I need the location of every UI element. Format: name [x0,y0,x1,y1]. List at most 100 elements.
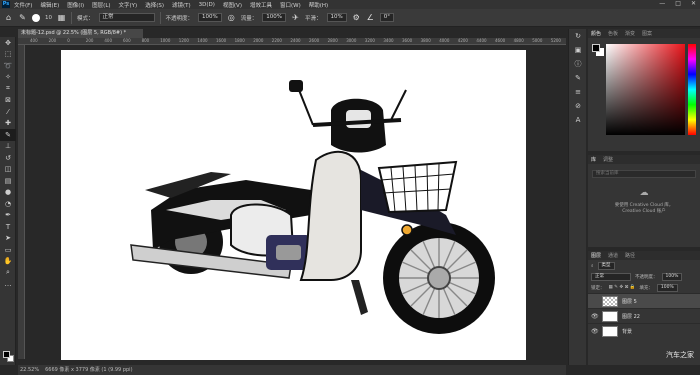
move-tool-icon[interactable]: ✥ [0,37,16,49]
ruler-tick-label: 1800 [234,38,245,43]
adjustments-icon[interactable]: ⊘ [569,99,587,113]
type-tool-icon[interactable]: T [0,221,16,233]
gear-icon[interactable]: ⚙ [352,13,361,22]
angle-input[interactable]: 0° [379,13,395,22]
layer-filter-select[interactable]: 类型 [597,261,615,270]
brush-preview[interactable] [32,13,40,22]
flow-input[interactable]: 100% [262,13,287,22]
blend-mode-select[interactable]: 正常 [591,272,631,281]
marquee-tool-icon[interactable]: ⬚ [0,49,16,61]
path-select-tool-icon[interactable]: ➤ [0,233,16,245]
brush-settings-icon[interactable]: ≡ [569,85,587,99]
ruler-tick-label: 1200 [178,38,189,43]
frame-tool-icon[interactable]: ⊠ [0,95,16,107]
leg-shield [299,150,362,281]
mode-label: 模式： [77,15,94,22]
zoom-tool-icon[interactable]: ⌕ [0,267,16,279]
smoothing-label: 平滑： [305,15,322,22]
ruler-tick-label: 200 [85,38,94,43]
menu-window[interactable]: 窗口(W) [280,1,301,9]
tab-color[interactable]: 颜色 [591,30,601,37]
tab-adjustments[interactable]: 调整 [603,156,613,163]
menu-view[interactable]: 视图(V) [223,1,242,9]
stamp-tool-icon[interactable]: ⊥ [0,141,16,153]
tab-layers[interactable]: 图层 [591,252,601,259]
document-tab[interactable]: 未标题-12.psd @ 22.5% (图层 5, RGB/8#) * [18,29,143,38]
tab-swatches[interactable]: 色板 [608,30,618,37]
color-picker-field[interactable] [606,44,685,135]
smoothing-input[interactable]: 10% [326,13,347,22]
menu-plugins[interactable]: 增效工具 [250,1,272,9]
close-button[interactable]: ✕ [691,0,696,7]
layer-row[interactable]: 👁 图层 22 [588,308,700,323]
layer-row[interactable]: 👁 背景 [588,323,700,338]
ruler-tick-label: 5200 [550,38,561,43]
visibility-icon[interactable]: 👁 [591,328,599,335]
character-icon[interactable]: A [569,113,587,127]
options-bar: ⌂ ✎ 10 ▦ 模式： 正常 不透明度： 100% ◎ 流量： 100% ✈ … [0,9,700,27]
hand-tool-icon[interactable]: ✋ [0,256,16,268]
library-search-input[interactable]: 搜索当前库 [592,170,696,178]
properties-icon[interactable]: ▣ [569,43,587,57]
lock-icons[interactable]: ▦ ✎ ✥ ⊠ 🔒 [609,285,636,290]
tab-paths[interactable]: 路径 [625,252,635,259]
menu-layer[interactable]: 图层(L) [92,1,110,9]
quick-select-tool-icon[interactable]: ✧ [0,72,16,84]
eraser-tool-icon[interactable]: ◫ [0,164,16,176]
menu-file[interactable]: 文件(F) [14,1,32,9]
dodge-tool-icon[interactable]: ◔ [0,198,16,210]
menu-select[interactable]: 选择(S) [145,1,164,9]
more-tools-icon[interactable]: … [0,279,16,291]
airbrush-icon[interactable]: ✈ [291,13,300,22]
pen-tool-icon[interactable]: ✒ [0,210,16,222]
layer-opacity-label: 不透明度： [635,274,658,280]
fill-input[interactable]: 100% [656,283,678,292]
pressure-opacity-icon[interactable]: ◎ [227,13,236,22]
canvas[interactable] [61,50,526,360]
document-info[interactable]: 6669 像素 x 3779 像素 (1 (9.99 ppi) [45,365,132,375]
layer-opacity-input[interactable]: 100% [661,272,683,281]
eyedropper-tool-icon[interactable]: ⁄ [0,106,16,118]
canvas-area[interactable] [25,45,566,360]
menu-bar: Ps 文件(F) 编辑(E) 图像(I) 图层(L) 文字(Y) 选择(S) 滤… [0,0,700,9]
foreground-color-chip[interactable] [592,44,600,52]
brush-tool-icon[interactable]: ✎ [18,13,27,22]
history-brush-icon[interactable]: ↺ [0,152,16,164]
lock-row: 锁定： ▦ ✎ ✥ ⊠ 🔒 填充： 100% [588,282,700,293]
tab-channels[interactable]: 通道 [608,252,618,259]
brushes-icon[interactable]: ✎ [569,71,587,85]
ruler-tick-label: 400 [30,38,38,43]
blur-tool-icon[interactable]: ● [0,187,16,199]
menu-edit[interactable]: 编辑(E) [40,1,59,9]
menu-type[interactable]: 文字(Y) [119,1,138,9]
brush-size[interactable]: 10 [45,15,52,21]
brush-settings-icon[interactable]: ▦ [57,13,66,22]
ruler-tick-label: 3800 [420,38,431,43]
layer-row[interactable]: 图层 5 [588,293,700,308]
hue-slider[interactable] [688,44,696,135]
menu-3d[interactable]: 3D(D) [199,2,215,8]
crop-tool-icon[interactable]: ⌗ [0,83,16,95]
lasso-tool-icon[interactable]: ➰ [0,60,16,72]
info-icon[interactable]: ⓘ [569,57,587,71]
brush-tool-icon[interactable]: ✎ [0,129,16,141]
opacity-input[interactable]: 100% [198,13,222,22]
zoom-level[interactable]: 22.52% [20,365,39,375]
menu-filter[interactable]: 滤镜(T) [172,1,191,9]
tab-gradients[interactable]: 渐变 [625,30,635,37]
maximize-button[interactable]: □ [675,0,681,7]
visibility-icon[interactable]: 👁 [591,313,599,320]
menu-help[interactable]: 帮助(H) [309,1,328,9]
shape-tool-icon[interactable]: ▭ [0,244,16,256]
healing-tool-icon[interactable]: ✚ [0,118,16,130]
tab-patterns[interactable]: 图案 [642,30,652,37]
gradient-tool-icon[interactable]: ▤ [0,175,16,187]
foreground-color-swatch[interactable] [3,351,10,358]
home-icon[interactable]: ⌂ [4,13,13,22]
mode-select[interactable]: 正常 [98,13,155,22]
history-icon[interactable]: ↻ [569,29,587,43]
menu-image[interactable]: 图像(I) [67,1,84,9]
layers-panel: 图层 通道 路径 ⌕ 类型 正常 不透明度： 100% 锁定： ▦ ✎ ✥ ⊠ … [588,251,700,365]
minimize-button[interactable]: — [659,0,665,7]
tab-libraries[interactable]: 库 [591,156,596,163]
